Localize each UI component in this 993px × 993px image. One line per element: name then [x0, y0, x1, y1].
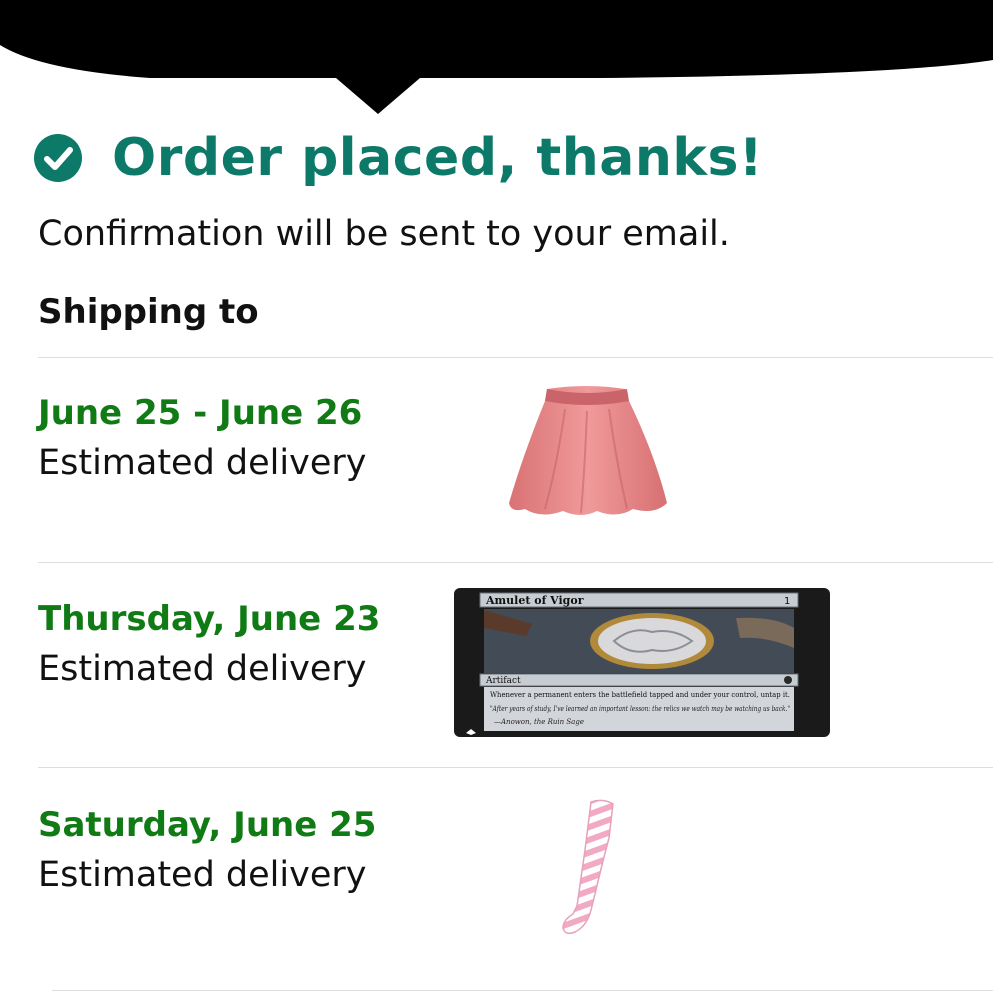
check-circle-icon: [34, 134, 82, 182]
estimated-delivery-label: Estimated delivery: [38, 855, 367, 895]
divider: [52, 990, 993, 991]
svg-text:1: 1: [784, 596, 790, 607]
estimated-delivery-label: Estimated delivery: [38, 443, 367, 483]
card-rules-text: Whenever a permanent enters the battlefi…: [490, 690, 790, 699]
delivery-group-3[interactable]: Saturday, June 25 Estimated delivery: [38, 801, 376, 901]
divider: [38, 767, 993, 768]
card-type-line: Artifact: [485, 676, 521, 686]
delivery-date: Thursday, June 23: [38, 599, 381, 639]
card-flavor-attribution: —Anowon, the Ruin Sage: [494, 718, 584, 726]
divider: [38, 357, 993, 358]
divider: [38, 562, 993, 563]
shipping-to-label: Shipping to: [38, 292, 259, 332]
top-banner: [0, 0, 993, 114]
delivery-date: June 25 - June 26: [38, 393, 363, 433]
card-flavor-text: "After years of study, I've learned an i…: [490, 705, 790, 713]
pink-skirt-image[interactable]: [505, 385, 670, 520]
page-title: Order placed, thanks!: [112, 128, 764, 188]
confirmation-message: Confirmation will be sent to your email.: [38, 214, 730, 254]
order-confirmation-header: Order placed, thanks!: [34, 128, 763, 188]
trading-card-image[interactable]: Amulet of Vigor 1 Artifact Whenever a pe…: [454, 588, 830, 737]
card-name: Amulet of Vigor: [485, 594, 584, 607]
striped-stocking-image[interactable]: [555, 798, 617, 938]
delivery-date: Saturday, June 25: [38, 805, 377, 845]
delivery-group-1[interactable]: June 25 - June 26 Estimated delivery: [38, 389, 366, 489]
estimated-delivery-label: Estimated delivery: [38, 649, 367, 689]
delivery-group-2[interactable]: Thursday, June 23 Estimated delivery: [38, 595, 380, 695]
